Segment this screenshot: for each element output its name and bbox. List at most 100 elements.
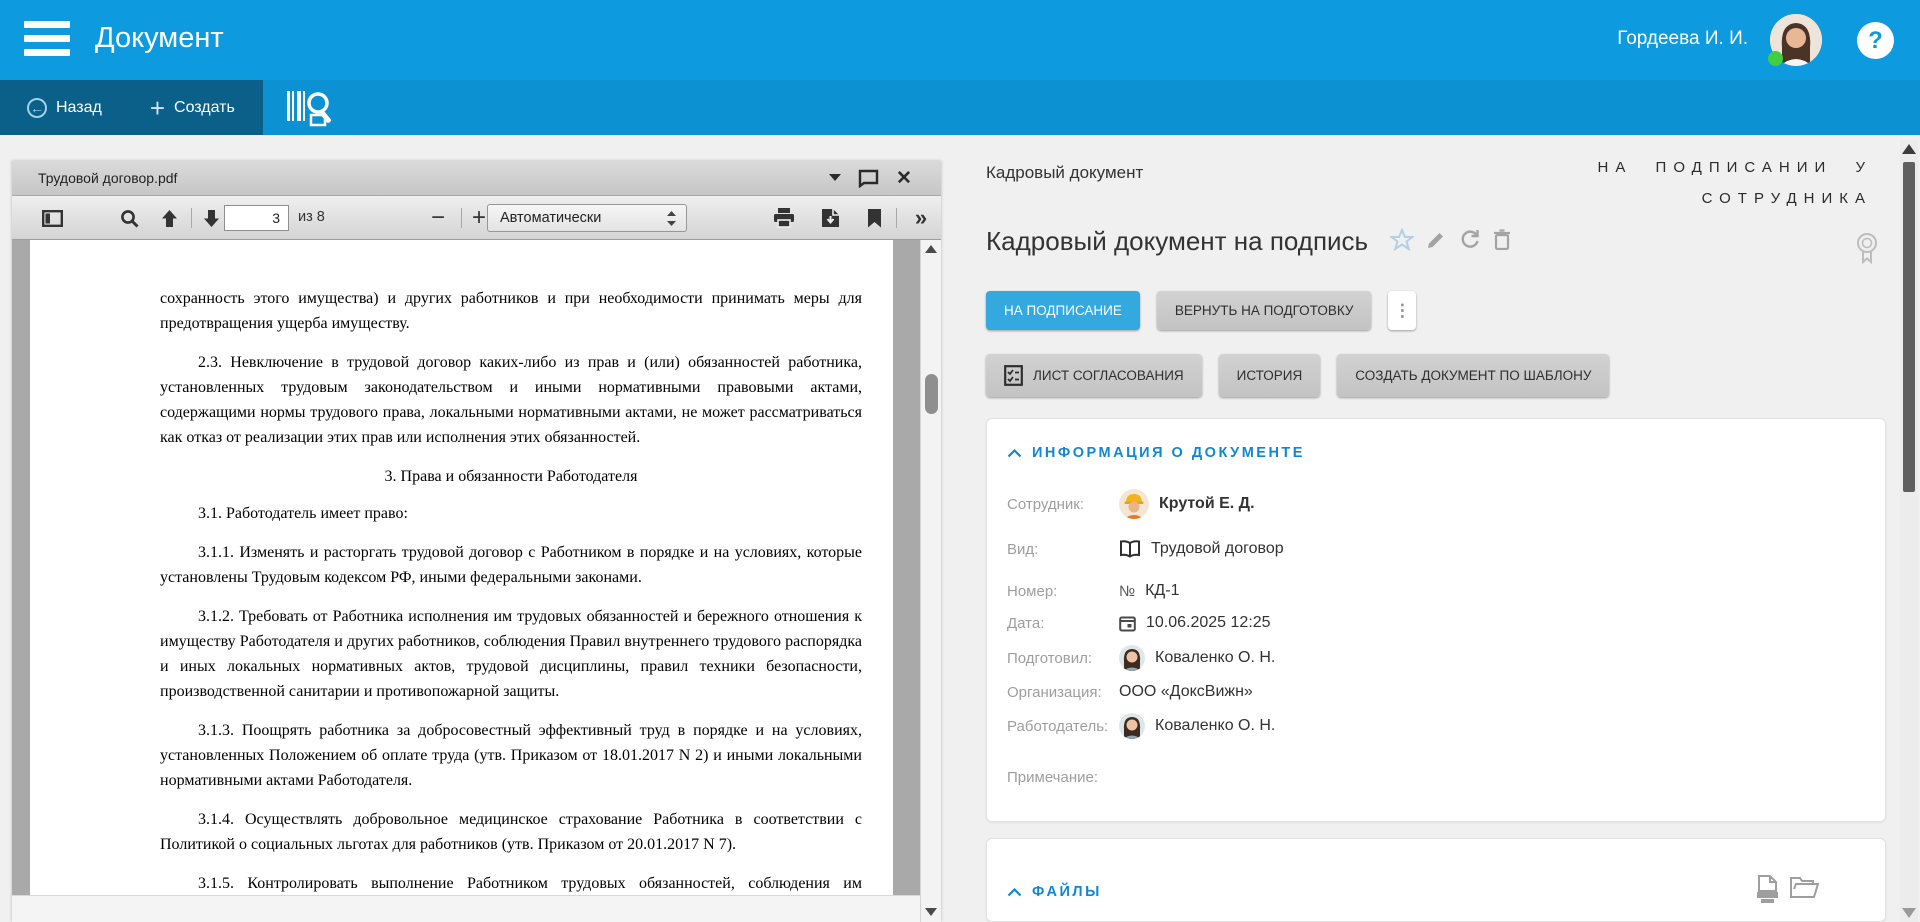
info-section-title: ИНФОРМАЦИЯ О ДОКУМЕНТЕ bbox=[1032, 445, 1305, 461]
pdf-viewer-panel: Трудовой договор.pdf ✕ из 8 − + Автомати… bbox=[12, 161, 941, 922]
next-page-icon[interactable] bbox=[194, 196, 228, 240]
page-vertical-scrollbar[interactable] bbox=[1900, 140, 1918, 922]
field-label: Дата: bbox=[1007, 615, 1119, 632]
page-number-input[interactable] bbox=[224, 205, 289, 231]
sidebar-toggle-icon[interactable] bbox=[36, 196, 68, 240]
prepared-by-name: Коваленко О. Н. bbox=[1155, 649, 1275, 667]
help-button[interactable]: ? bbox=[1857, 22, 1894, 59]
info-row-prepared-by: Подготовил: Коваленко О. Н. bbox=[1007, 643, 1865, 673]
employee-link[interactable]: Крутой Е. Д. bbox=[1119, 489, 1255, 519]
pdf-file-name: Трудовой договор.pdf bbox=[38, 170, 177, 186]
favorite-star-icon[interactable] bbox=[1390, 228, 1414, 256]
status-badge: НА ПОДПИСАНИИ У СОТРУДНИКА bbox=[1420, 152, 1872, 214]
folder-icon[interactable] bbox=[1789, 875, 1819, 908]
to-sign-button[interactable]: НА ПОДПИСАНИЕ bbox=[986, 291, 1140, 330]
field-label: Подготовил: bbox=[1007, 650, 1119, 667]
bookmark-icon[interactable] bbox=[856, 196, 892, 240]
create-from-template-button[interactable]: СОЗДАТЬ ДОКУМЕНТ ПО ШАБЛОНУ bbox=[1337, 354, 1609, 397]
document-details-panel: Кадровый документ НА ПОДПИСАНИИ У СОТРУД… bbox=[986, 140, 1886, 922]
document-kind-value: Трудовой договор bbox=[1151, 540, 1284, 558]
download-icon[interactable] bbox=[810, 196, 850, 240]
info-row-employee: Сотрудник: Крутой Е. Д. bbox=[1007, 487, 1865, 521]
files-section-title: ФАЙЛЫ bbox=[1032, 884, 1102, 900]
print-icon[interactable] bbox=[764, 196, 804, 240]
field-label: Примечание: bbox=[1007, 769, 1119, 786]
scroll-up-arrow-icon[interactable] bbox=[925, 245, 937, 253]
document-title: Кадровый документ на подпись bbox=[986, 226, 1368, 257]
pdf-paragraph: 3.1.3. Поощрять работника за добросовест… bbox=[160, 718, 862, 793]
info-row-note: Примечание: bbox=[1007, 765, 1865, 789]
pdf-scrollbar-thumb[interactable] bbox=[925, 374, 938, 414]
employer-name: Коваленко О. Н. bbox=[1155, 717, 1275, 735]
pdf-page: сохранность этого имущества) и других ра… bbox=[30, 240, 893, 895]
zoom-mode-select[interactable]: Автоматически bbox=[487, 204, 687, 232]
employer-avatar-icon bbox=[1119, 713, 1145, 739]
approval-sheet-button[interactable]: ЛИСТ СОГЛАСОВАНИЯ bbox=[986, 354, 1202, 397]
info-row-number: Номер: № КД-1 bbox=[1007, 579, 1865, 603]
chevron-up-icon bbox=[1007, 449, 1022, 458]
pdf-paragraph: 2.3. Невключение в трудовой договор каки… bbox=[160, 350, 862, 450]
edit-pencil-icon[interactable] bbox=[1426, 229, 1447, 255]
employee-name: Крутой Е. Д. bbox=[1159, 495, 1255, 513]
document-number-value: КД-1 bbox=[1145, 582, 1179, 600]
print-file-icon[interactable] bbox=[1755, 875, 1779, 908]
back-label: Назад bbox=[56, 99, 102, 117]
delete-trash-icon[interactable] bbox=[1493, 229, 1511, 255]
pdf-horizontal-scrollbar[interactable] bbox=[12, 895, 920, 922]
pdf-vertical-scrollbar[interactable] bbox=[920, 240, 941, 922]
pdf-paragraph: 3.1.4. Осуществлять добровольное медицин… bbox=[160, 807, 862, 857]
pdf-tab-bar: Трудовой договор.pdf ✕ bbox=[12, 161, 941, 196]
return-to-preparation-button[interactable]: ВЕРНУТЬ НА ПОДГОТОВКУ bbox=[1157, 291, 1372, 330]
page-count-label: из 8 bbox=[298, 209, 325, 225]
user-name[interactable]: Гордеева И. И. bbox=[1617, 28, 1748, 50]
scroll-up-arrow-icon[interactable] bbox=[1902, 144, 1916, 154]
pdf-toolbar: из 8 − + Автоматически » bbox=[12, 196, 941, 240]
pdf-paragraph: 3.1.2. Требовать от Работника исполнения… bbox=[160, 604, 862, 704]
field-label: Организация: bbox=[1007, 684, 1119, 701]
refresh-icon[interactable] bbox=[1459, 229, 1481, 255]
pdf-content-area: сохранность этого имущества) и других ра… bbox=[12, 240, 941, 922]
field-label: Сотрудник: bbox=[1007, 496, 1119, 513]
scroll-down-arrow-icon[interactable] bbox=[1902, 908, 1916, 918]
barcode-scan-button[interactable] bbox=[285, 89, 341, 127]
more-actions-kebab-button[interactable]: ⋮ bbox=[1388, 291, 1416, 330]
document-type-label: Кадровый документ bbox=[986, 163, 1143, 183]
pdf-text: сохранность этого имущества) и других ра… bbox=[160, 286, 862, 922]
zoom-mode-value: Автоматически bbox=[500, 210, 601, 226]
previous-page-icon[interactable] bbox=[152, 196, 186, 240]
prepared-by-link[interactable]: Коваленко О. Н. bbox=[1119, 645, 1275, 671]
approval-sheet-label: ЛИСТ СОГЛАСОВАНИЯ bbox=[1033, 368, 1184, 383]
search-icon[interactable] bbox=[112, 196, 146, 240]
close-document-icon[interactable]: ✕ bbox=[896, 169, 912, 188]
info-row-kind: Вид: Трудовой договор bbox=[1007, 535, 1865, 563]
zoom-out-icon[interactable]: − bbox=[420, 196, 456, 240]
files-section-header[interactable]: ФАЙЛЫ bbox=[1007, 884, 1102, 900]
online-status-dot bbox=[1768, 51, 1783, 66]
field-label: Номер: bbox=[1007, 583, 1119, 600]
create-label: Создать bbox=[174, 99, 235, 117]
page-scrollbar-thumb[interactable] bbox=[1903, 162, 1915, 492]
back-arrow-icon: ← bbox=[27, 98, 47, 118]
employer-link[interactable]: Коваленко О. Н. bbox=[1119, 713, 1275, 739]
more-tools-icon[interactable]: » bbox=[902, 196, 938, 240]
action-toolbar: ← Назад + Создать bbox=[0, 80, 1920, 135]
pdf-paragraph: 3.1.1. Изменять и расторгать трудовой до… bbox=[160, 540, 862, 590]
checklist-icon bbox=[1004, 365, 1023, 386]
document-info-card: ИНФОРМАЦИЯ О ДОКУМЕНТЕ Сотрудник: Крутой… bbox=[986, 418, 1886, 822]
tab-menu-caret-icon[interactable] bbox=[829, 174, 841, 181]
chevron-up-icon bbox=[1007, 888, 1022, 897]
info-row-organization: Организация: ООО «ДоксВижн» bbox=[1007, 679, 1865, 705]
organization-value: ООО «ДоксВижн» bbox=[1119, 683, 1253, 701]
scroll-down-arrow-icon[interactable] bbox=[925, 908, 937, 916]
history-button[interactable]: ИСТОРИЯ bbox=[1219, 354, 1321, 397]
comment-popout-icon[interactable] bbox=[856, 169, 880, 188]
number-sign-icon: № bbox=[1119, 583, 1135, 600]
info-row-date: Дата: 10.06.2025 12:25 bbox=[1007, 611, 1865, 635]
create-button[interactable]: + Создать bbox=[102, 97, 235, 119]
info-section-header[interactable]: ИНФОРМАЦИЯ О ДОКУМЕНТЕ bbox=[1007, 445, 1865, 461]
user-avatar[interactable] bbox=[1770, 14, 1822, 66]
pdf-paragraph: 3.1. Работодатель имеет право: bbox=[160, 501, 862, 526]
certificate-seal-icon[interactable] bbox=[1854, 232, 1880, 269]
back-button[interactable]: ← Назад bbox=[0, 98, 102, 118]
hamburger-menu-icon[interactable] bbox=[24, 21, 70, 59]
